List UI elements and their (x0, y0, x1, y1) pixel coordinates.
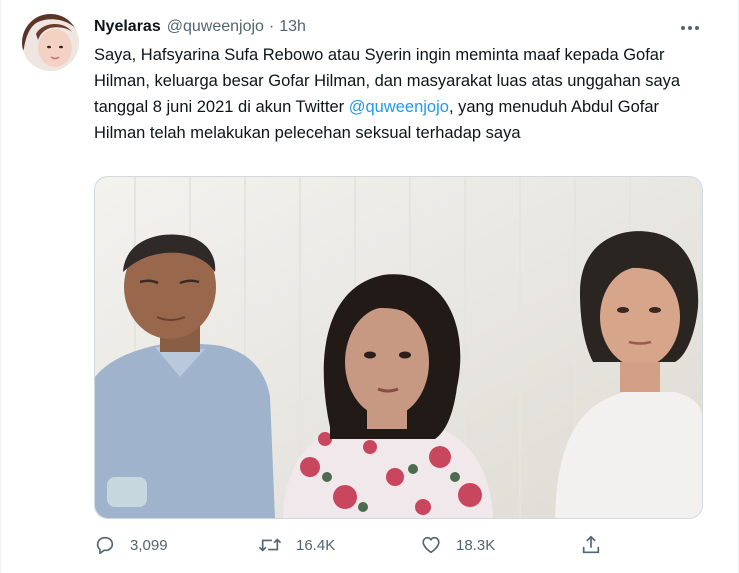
tweet-text: Saya, Hafsyarina Sufa Rebowo atau Syerin… (94, 42, 714, 146)
mention-link[interactable]: @quweenjojo (349, 98, 449, 116)
reply-icon (96, 536, 114, 555)
reply-button[interactable]: 3,099 (94, 530, 168, 560)
retweet-icon (258, 538, 282, 552)
avatar[interactable] (22, 14, 79, 71)
author-name[interactable]: Nyelaras (94, 18, 161, 36)
more-dots-icon (681, 26, 699, 30)
tweet-media-photo[interactable] (94, 176, 703, 519)
like-button[interactable]: 18.3K (420, 530, 495, 560)
tweet-actions: 3,099 16.4K 18.3K (94, 530, 614, 560)
author-handle[interactable]: @quweenjojo (167, 18, 264, 36)
retweet-button[interactable]: 16.4K (258, 530, 335, 560)
video-frame-image (95, 177, 702, 518)
retweet-count: 16.4K (296, 536, 336, 554)
reply-count: 3,099 (130, 536, 168, 554)
like-count: 18.3K (456, 536, 496, 554)
separator-dot: · (268, 18, 275, 35)
frame-border-left (0, 0, 1, 573)
heart-icon (422, 536, 440, 554)
tweet-timestamp[interactable]: 13h (279, 18, 306, 36)
more-button[interactable] (678, 18, 702, 38)
share-icon (582, 535, 600, 554)
tweet-header: Nyelaras @quweenjojo · 13h (94, 16, 306, 38)
share-button[interactable] (580, 530, 602, 560)
